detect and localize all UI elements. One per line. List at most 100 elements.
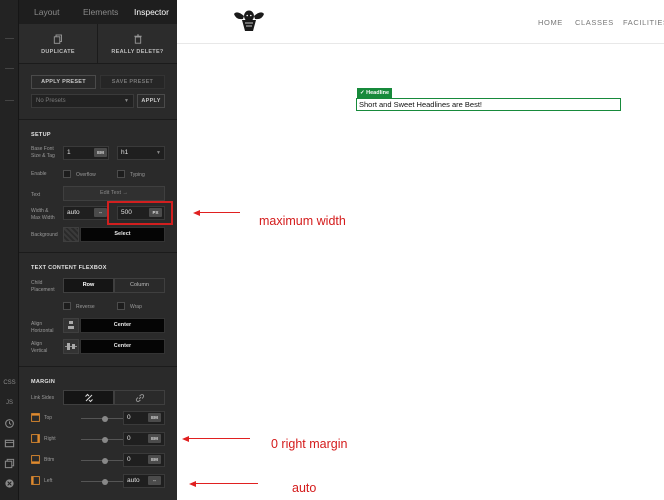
margin-heading: MARGIN [31, 379, 56, 385]
margin-top-unit[interactable]: EM [148, 413, 161, 422]
width-label: Width & Max Width [31, 208, 67, 222]
font-label-line-1: Base Font [31, 146, 54, 152]
setup-heading: SETUP [31, 132, 51, 138]
close-icon[interactable] [4, 478, 15, 489]
delete-button[interactable]: REALLY DELETE? [98, 24, 177, 64]
align-vertical-select[interactable]: Center [80, 339, 165, 354]
annotation-right-margin: 0 right margin [271, 437, 348, 451]
align-h-line-2: Horizontal [31, 328, 54, 334]
transparency-swatch[interactable] [63, 227, 79, 242]
duplicate-button[interactable]: DUPLICATE [19, 24, 98, 64]
align-vertical-icon [63, 339, 79, 354]
flexbox-heading: TEXT CONTENT FLEXBOX [31, 265, 107, 271]
tag-select[interactable]: h1 ▼ [117, 146, 165, 160]
edit-text-button[interactable]: Edit Text → [63, 186, 165, 201]
unlink-icon [84, 393, 93, 403]
align-v-line-2: Vertical [31, 348, 48, 354]
chevron-down-icon: ▼ [124, 98, 129, 104]
divider [19, 252, 177, 253]
margin-bottom-unit[interactable]: EM [148, 455, 161, 464]
font-label: Base Font Size & Tag [31, 146, 67, 160]
margin-right-value: 0 [127, 435, 131, 442]
child-placement-label: Child Placement [31, 280, 67, 294]
css-button[interactable]: CSS [0, 380, 19, 386]
trash-icon [133, 34, 142, 44]
divider [19, 366, 177, 367]
headline-element[interactable]: Short and Sweet Headlines are Best! [356, 98, 621, 111]
left-rail: CSS JS [0, 0, 19, 500]
width-label-line-1: Width & [31, 208, 49, 214]
divider [19, 119, 177, 120]
margin-left-unit[interactable]: -- [148, 476, 161, 485]
apply-button[interactable]: APPLY [137, 94, 165, 108]
margin-left-icon [31, 476, 40, 485]
preset-select-value: No Presets [36, 98, 66, 104]
margin-left-slider[interactable] [81, 478, 129, 485]
align-v-line-1: Align [31, 341, 43, 347]
annotation-maximum-width: maximum width [259, 214, 346, 228]
width-label-line-2: Max Width [31, 215, 55, 221]
save-preset-button[interactable]: SAVE PRESET [100, 75, 165, 89]
slider-knob[interactable] [102, 436, 108, 443]
slider-knob[interactable] [102, 457, 108, 464]
row-button[interactable]: Row [63, 278, 114, 293]
align-horizontal-select[interactable]: Center [80, 318, 165, 333]
align-horizontal-icon [63, 318, 79, 333]
margin-bottom-label: Bttm [44, 457, 55, 463]
annotation-arrow [188, 438, 250, 439]
slider-knob[interactable] [102, 478, 108, 485]
link-sides-button[interactable] [114, 390, 165, 405]
js-button[interactable]: JS [0, 400, 19, 406]
headline-badge[interactable]: ✓ Headline [357, 88, 393, 98]
bodybuilder-logo-icon[interactable] [232, 7, 266, 33]
typing-label: Typing [130, 172, 145, 178]
reverse-label: Reverse [76, 304, 95, 310]
overflow-checkbox[interactable] [63, 170, 71, 178]
nav-home[interactable]: HOME [538, 18, 563, 27]
tag-value: h1 [121, 149, 129, 156]
preset-select[interactable]: No Presets ▼ [31, 94, 134, 108]
layout-icon[interactable] [4, 438, 15, 449]
panel-tabs: Layout Elements Inspector [19, 0, 177, 24]
site-preview: HOME CLASSES FACILITIES [177, 0, 664, 500]
margin-bottom-icon [31, 455, 40, 464]
pages-icon[interactable] [4, 458, 15, 469]
background-select-button[interactable]: Select [80, 227, 165, 242]
width-value: auto [67, 209, 80, 216]
chevron-down-icon: ▼ [156, 150, 161, 156]
delete-label: REALLY DELETE? [111, 49, 164, 55]
margin-bottom-value: 0 [127, 456, 131, 463]
margin-top-slider[interactable] [81, 415, 129, 422]
child-label-line-2: Placement [31, 287, 55, 293]
tab-layout[interactable]: Layout [34, 7, 60, 17]
history-icon[interactable] [4, 418, 15, 429]
margin-bottom-slider[interactable] [81, 457, 129, 464]
overflow-label: Overflow [76, 172, 96, 178]
wrap-checkbox[interactable] [117, 302, 125, 310]
margin-right-label: Right [44, 436, 56, 442]
nav-classes[interactable]: CLASSES [575, 18, 614, 27]
reverse-checkbox[interactable] [63, 302, 71, 310]
margin-right-icon [31, 434, 40, 443]
margin-right-slider[interactable] [81, 436, 129, 443]
max-width-highlight [107, 201, 173, 225]
nav-facilities[interactable]: FACILITIES [623, 18, 664, 27]
slider-knob[interactable] [102, 415, 108, 422]
margin-left-label: Left [44, 478, 53, 484]
annotation-arrow [195, 483, 258, 484]
link-icon [135, 394, 144, 402]
typing-checkbox[interactable] [117, 170, 125, 178]
align-h-line-1: Align [31, 321, 43, 327]
tab-elements[interactable]: Elements [83, 7, 118, 17]
font-unit-button[interactable]: EM [94, 148, 107, 157]
tab-inspector[interactable]: Inspector [134, 7, 169, 17]
margin-right-unit[interactable]: EM [148, 434, 161, 443]
annotation-auto: auto [292, 481, 317, 495]
enable-label: Enable [31, 171, 47, 177]
duplicate-label: DUPLICATE [41, 49, 75, 55]
apply-preset-button[interactable]: APPLY PRESET [31, 75, 96, 89]
width-unit-button[interactable]: -- [94, 208, 107, 217]
unlink-sides-button[interactable] [63, 390, 114, 405]
column-button[interactable]: Column [114, 278, 165, 293]
margin-top-label: Top [44, 415, 53, 421]
